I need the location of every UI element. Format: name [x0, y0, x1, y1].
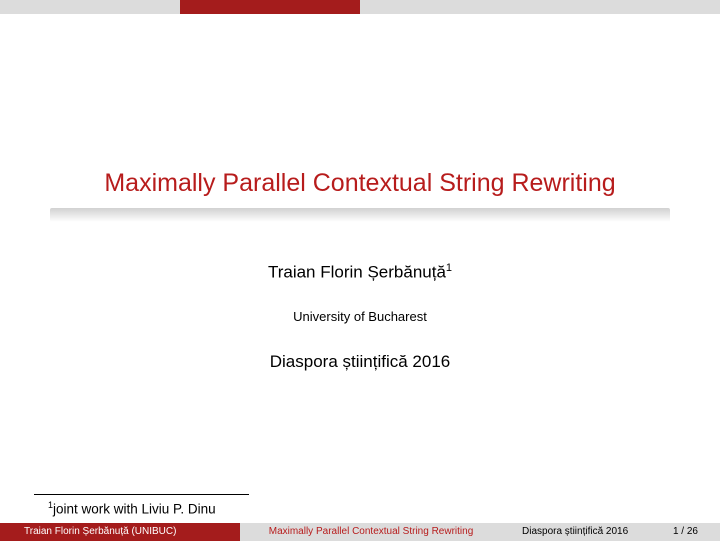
slide-content: Maximally Parallel Contextual String Rew… — [0, 14, 720, 523]
author-line: Traian Florin Șerbănuță1 — [0, 262, 720, 283]
title-block: Maximally Parallel Contextual String Rew… — [0, 169, 720, 222]
progress-bar — [0, 0, 720, 14]
footnote-rule — [34, 494, 249, 495]
slide-title: Maximally Parallel Contextual String Rew… — [0, 169, 720, 198]
author-name: Traian Florin Șerbănuță — [268, 263, 446, 282]
slide-footer: Traian Florin Șerbănuță (UNIBUC) Maximal… — [0, 523, 720, 541]
footnote-text: joint work with Liviu P. Dinu — [53, 502, 216, 517]
footer-title: Maximally Parallel Contextual String Rew… — [240, 523, 502, 541]
author-footnote-marker: 1 — [446, 262, 452, 274]
title-shadow — [50, 208, 670, 222]
footer-right: Diaspora științifică 2016 1 / 26 — [502, 523, 720, 541]
footnote: 1joint work with Liviu P. Dinu — [48, 500, 216, 517]
event-name: Diaspora științifică 2016 — [0, 352, 720, 372]
footer-author: Traian Florin Șerbănuță (UNIBUC) — [0, 523, 240, 541]
affiliation: University of Bucharest — [0, 309, 720, 324]
progress-segment — [180, 0, 360, 14]
footer-page: 1 / 26 — [673, 523, 698, 541]
footer-event: Diaspora științifică 2016 — [522, 526, 628, 537]
